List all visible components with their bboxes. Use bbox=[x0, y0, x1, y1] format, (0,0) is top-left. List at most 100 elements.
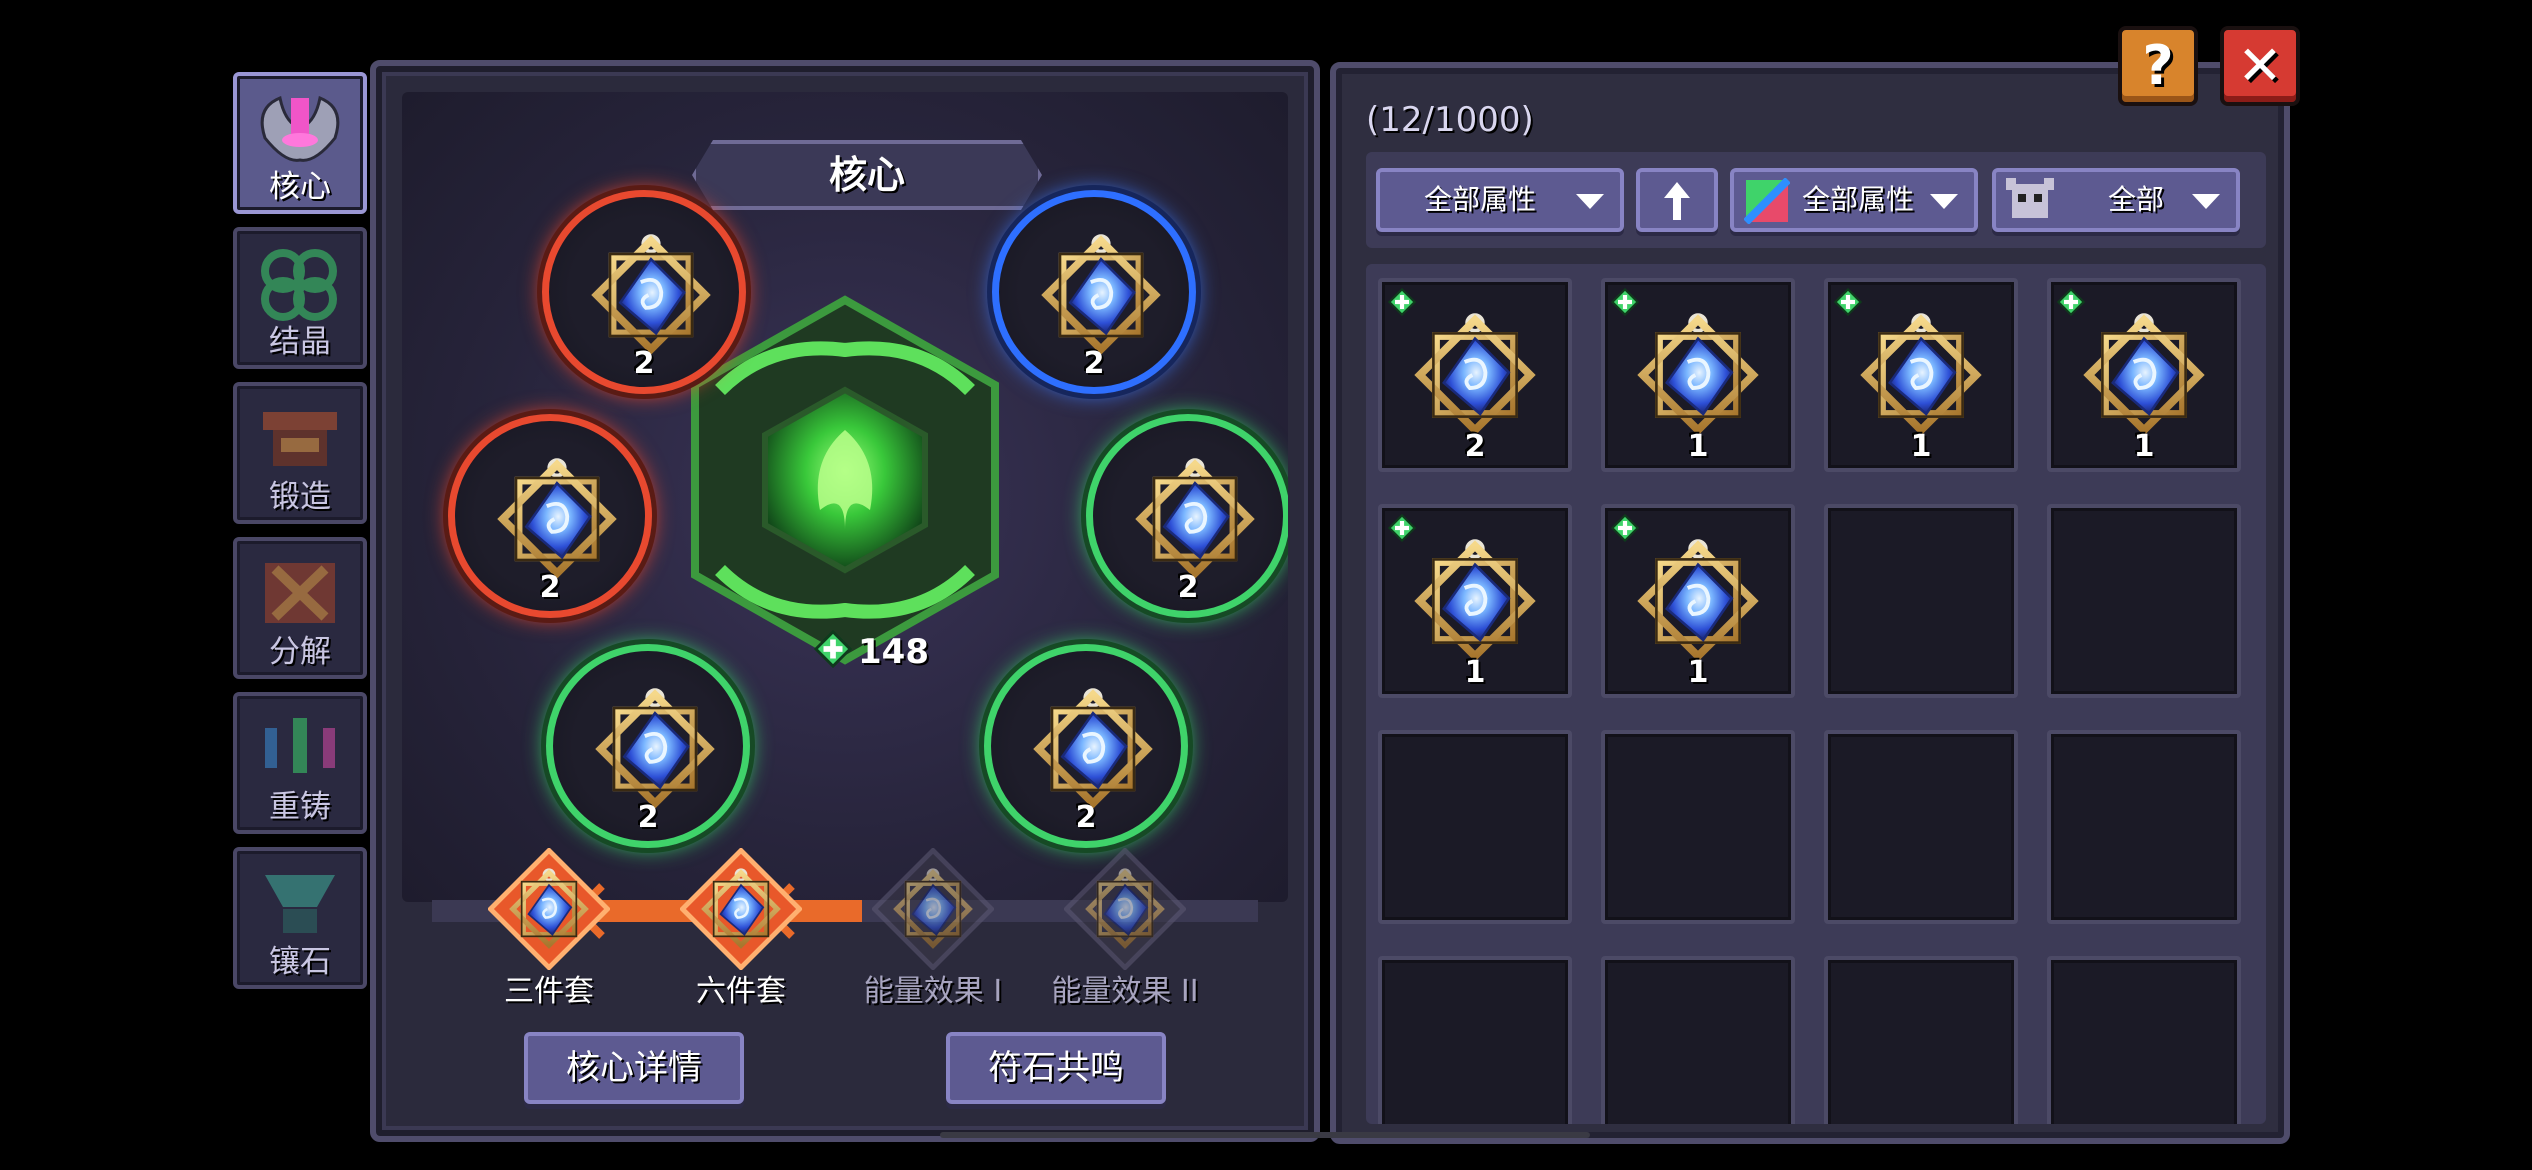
core-stage: 核心 2 2 2 2 2 2 148 bbox=[402, 92, 1288, 902]
rune-slot-bottom-right[interactable]: 2 bbox=[984, 644, 1188, 848]
rune-gem-icon bbox=[1410, 310, 1540, 440]
item-quantity: 1 bbox=[1910, 429, 1932, 464]
mask-icon bbox=[2006, 178, 2054, 218]
element-filter-label: 全部属性 bbox=[1802, 183, 1915, 216]
inventory-slot[interactable]: 2 bbox=[1378, 278, 1572, 472]
inventory-slot-empty[interactable] bbox=[1378, 956, 1572, 1124]
rune-slot-bottom-left[interactable]: 2 bbox=[546, 644, 750, 848]
inventory-slot-empty[interactable] bbox=[1824, 504, 2018, 698]
set-bonus-label: 能量效果 II bbox=[1051, 974, 1199, 1009]
rune-slot-top-left[interactable]: 2 bbox=[542, 190, 746, 394]
rune-slot-count: 2 bbox=[1083, 346, 1105, 381]
chevron-down-icon bbox=[2192, 194, 2220, 209]
rune-gem-icon bbox=[1410, 536, 1540, 666]
element-color-icon bbox=[1744, 178, 1790, 224]
crystal-icon bbox=[261, 249, 337, 321]
rune-resonance-button[interactable]: 符石共鸣 bbox=[946, 1032, 1166, 1104]
tab-crystal[interactable]: 结晶 bbox=[233, 227, 367, 369]
rune-gem-icon bbox=[1037, 231, 1165, 359]
inventory-slot[interactable]: 1 bbox=[1601, 504, 1795, 698]
core-icon bbox=[260, 95, 340, 162]
inventory-slot-empty[interactable] bbox=[1601, 956, 1795, 1124]
arrow-up-icon bbox=[1664, 182, 1690, 220]
item-quantity: 1 bbox=[1687, 429, 1709, 464]
inventory-grid: 2 1 1 1 1 1 bbox=[1366, 264, 2266, 1124]
type-filter-label: 全部 bbox=[2108, 183, 2165, 216]
inventory-slot[interactable]: 1 bbox=[2047, 278, 2241, 472]
help-button[interactable]: ? bbox=[2118, 26, 2198, 106]
rune-slot-count: 2 bbox=[637, 800, 659, 835]
inventory-slot[interactable]: 1 bbox=[1824, 278, 2018, 472]
rune-slot-count: 2 bbox=[1177, 570, 1199, 605]
inventory-slot-empty[interactable] bbox=[1378, 730, 1572, 924]
tab-decompose-label: 分解 bbox=[269, 634, 331, 670]
tab-recast[interactable]: 重铸 bbox=[233, 692, 367, 834]
tab-recast-label: 重铸 bbox=[269, 789, 331, 825]
inlay-icon bbox=[265, 875, 335, 933]
set-diamond-icon bbox=[872, 848, 994, 970]
item-quantity: 1 bbox=[2133, 429, 2155, 464]
rune-slot-mid-right[interactable]: 2 bbox=[1086, 414, 1288, 618]
item-quantity: 1 bbox=[1464, 655, 1486, 690]
inventory-slot-empty[interactable] bbox=[1824, 730, 2018, 924]
set-bonus-bar: 三件套 六件套 能量效果 I 能量效果 II bbox=[402, 836, 1288, 1009]
energy-value: 148 bbox=[858, 632, 929, 672]
inventory-panel: (12/1000) 全部属性 全部属性 全部 2 1 1 1 1 1 bbox=[1330, 62, 2290, 1144]
filter-bar: 全部属性 全部属性 全部 bbox=[1366, 152, 2266, 248]
chevron-down-icon bbox=[1930, 194, 1958, 209]
attribute-filter-dropdown[interactable]: 全部属性 bbox=[1376, 168, 1624, 232]
set-bonus-energy-2[interactable]: 能量效果 II bbox=[1030, 836, 1220, 1009]
rune-gem-icon bbox=[1633, 310, 1763, 440]
rune-slot-mid-left[interactable]: 2 bbox=[448, 414, 652, 618]
core-details-button[interactable]: 核心详情 bbox=[524, 1032, 744, 1104]
decompose-icon bbox=[265, 563, 335, 623]
tab-decompose[interactable]: 分解 bbox=[233, 537, 367, 679]
set-bonus-three[interactable]: 三件套 bbox=[454, 836, 644, 1009]
rune-gem-icon bbox=[2079, 310, 2209, 440]
close-button[interactable]: ✕ bbox=[2220, 26, 2300, 106]
item-quantity: 2 bbox=[1464, 429, 1486, 464]
inventory-slot-empty[interactable] bbox=[2047, 730, 2241, 924]
attribute-filter-label: 全部属性 bbox=[1424, 183, 1537, 216]
rune-slot-count: 2 bbox=[1075, 800, 1097, 835]
type-filter-dropdown[interactable]: 全部 bbox=[1992, 168, 2240, 232]
rune-gem-icon bbox=[1856, 310, 1986, 440]
inventory-slot[interactable]: 1 bbox=[1601, 278, 1795, 472]
rune-slot-count: 2 bbox=[539, 570, 561, 605]
tab-crystal-label: 结晶 bbox=[269, 324, 331, 360]
recast-icon bbox=[265, 718, 335, 773]
tab-inlay-label: 镶石 bbox=[269, 944, 331, 980]
core-title: 核心 bbox=[692, 140, 1042, 210]
energy-icon bbox=[814, 630, 852, 668]
item-quantity: 1 bbox=[1687, 655, 1709, 690]
forge-icon bbox=[263, 412, 337, 466]
set-bonus-six[interactable]: 六件套 bbox=[646, 836, 836, 1009]
rune-gem-icon bbox=[493, 455, 621, 583]
rune-gem-icon bbox=[1029, 685, 1157, 813]
tab-forge-label: 锻造 bbox=[269, 479, 331, 515]
inventory-slot[interactable]: 1 bbox=[1378, 504, 1572, 698]
set-diamond-icon bbox=[488, 848, 610, 970]
tab-forge[interactable]: 锻造 bbox=[233, 382, 367, 524]
set-diamond-icon bbox=[680, 848, 802, 970]
inventory-count: (12/1000) bbox=[1366, 100, 1534, 140]
tab-inlay[interactable]: 镶石 bbox=[233, 847, 367, 989]
tab-core[interactable]: 核心 bbox=[233, 72, 367, 214]
inventory-slot-empty[interactable] bbox=[2047, 956, 2241, 1124]
set-bonus-energy-1[interactable]: 能量效果 I bbox=[838, 836, 1028, 1009]
rune-gem-icon bbox=[1131, 455, 1259, 583]
home-indicator bbox=[940, 1132, 1590, 1138]
rune-gem-icon bbox=[587, 231, 715, 359]
sort-order-button[interactable] bbox=[1636, 168, 1718, 232]
rune-gem-icon bbox=[591, 685, 719, 813]
tab-core-label: 核心 bbox=[269, 169, 331, 205]
element-filter-dropdown[interactable]: 全部属性 bbox=[1730, 168, 1978, 232]
rune-slot-top-right[interactable]: 2 bbox=[992, 190, 1196, 394]
rune-gem-icon bbox=[1633, 536, 1763, 666]
rune-slot-count: 2 bbox=[633, 346, 655, 381]
inventory-slot-empty[interactable] bbox=[2047, 504, 2241, 698]
inventory-slot-empty[interactable] bbox=[1824, 956, 2018, 1124]
inventory-slot-empty[interactable] bbox=[1601, 730, 1795, 924]
set-diamond-icon bbox=[1064, 848, 1186, 970]
core-panel: 核心 2 2 2 2 2 2 148 三件套 六件套 能量效果 I 能量效果 I… bbox=[370, 60, 1320, 1142]
